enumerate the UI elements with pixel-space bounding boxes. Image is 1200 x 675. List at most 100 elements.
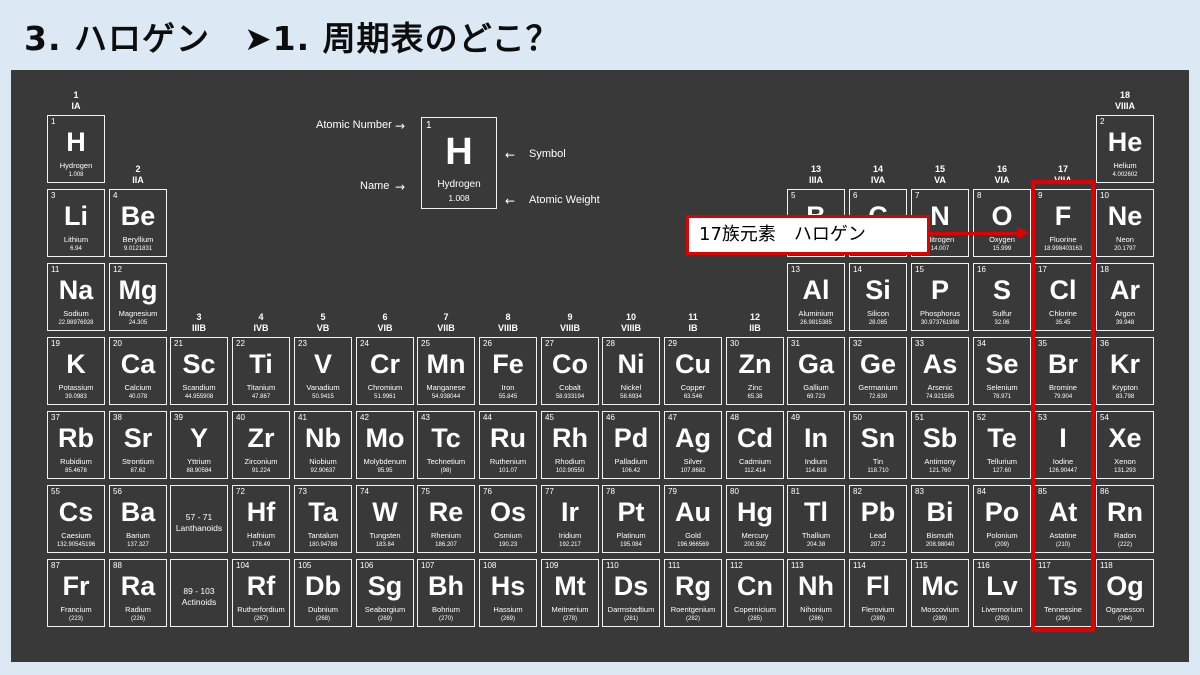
element-symbol: Mt: [554, 571, 586, 601]
element-symbol: In: [804, 423, 828, 453]
element-cell: 80 Hg Mercury 200.592: [726, 485, 784, 553]
element-name: Roentgenium: [670, 605, 716, 614]
group-number: 15: [934, 164, 945, 174]
element-name: Chromium: [367, 383, 403, 392]
element-symbol: Li: [64, 201, 88, 231]
element-cell: 116 Lv Livermorium (293): [973, 559, 1031, 627]
element-symbol: H: [66, 127, 86, 157]
element-cell: 38 Sr Strontium 87.62: [109, 411, 167, 479]
element-cell: 36 Kr Krypton 83.798: [1096, 337, 1154, 405]
element-symbol: Hs: [490, 571, 526, 601]
element-symbol: Ds: [613, 571, 649, 601]
element-cell: 39 Y Yttrium 88.90584: [170, 411, 228, 479]
element-weight: 114.818: [805, 468, 827, 474]
element-weight: 58.933194: [555, 394, 585, 400]
group-header: 6 VIB: [356, 312, 414, 334]
element-symbol: Sn: [860, 423, 896, 453]
element-cell: 13 Al Aluminium 26.9815385: [787, 263, 845, 331]
element-name: Helium: [1113, 161, 1137, 170]
group-number: 8: [505, 312, 511, 322]
group-roman: VIIIB: [620, 323, 641, 333]
legend-symbol: H: [445, 131, 473, 173]
element-name: Xenon: [1114, 457, 1136, 466]
group-roman: IIIB: [191, 323, 206, 333]
element-cell: 24 Cr Chromium 51.9961: [356, 337, 414, 405]
element-weight: 186.207: [435, 542, 457, 548]
element-cell: 20 Ca Calcium 40.078: [109, 337, 167, 405]
element-symbol: Mn: [426, 349, 466, 379]
element-symbol: Sc: [182, 349, 216, 379]
element-name: Platinum: [616, 531, 646, 540]
element-cell: 109 Mt Meitnerium (278): [541, 559, 599, 627]
element-weight: (223): [68, 616, 83, 622]
element-symbol: Sb: [922, 423, 958, 453]
group-number: 1: [73, 90, 79, 100]
element-symbol: Mc: [921, 571, 959, 601]
element-cell: 14 Si Silicon 28.085: [849, 263, 907, 331]
element-weight: 208.98040: [925, 542, 955, 548]
element-name: Titanium: [246, 383, 276, 392]
group-roman: VIA: [994, 175, 1010, 185]
element-name: Selenium: [986, 383, 1018, 392]
element-weight: (269): [377, 616, 392, 622]
element-symbol: Bi: [926, 497, 954, 527]
element-symbol: Sr: [123, 423, 153, 453]
element-name: Strontium: [121, 457, 155, 466]
placeholder-cell: 57 - 71 Lanthanoids: [170, 485, 228, 553]
group-header: 12 IIB: [726, 312, 784, 334]
element-weight: 58.6934: [620, 394, 642, 400]
group-roman: IIIA: [808, 175, 823, 185]
group-number: 16: [996, 164, 1007, 174]
element-name: Hydrogen: [59, 161, 93, 170]
placeholder-label: 57 - 71 Lanthanoids: [175, 512, 223, 533]
element-name: Zirconium: [244, 457, 278, 466]
element-cell: 47 Ag Silver 107.8682: [664, 411, 722, 479]
element-name: Thallium: [801, 531, 831, 540]
group-number: 13: [810, 164, 821, 174]
element-cell: 45 Rh Rhodium 102.90550: [541, 411, 599, 479]
element-symbol: Nh: [798, 571, 834, 601]
element-cell: 76 Os Osmium 190.23: [479, 485, 537, 553]
element-weight: 15.999: [992, 246, 1012, 252]
group-number: 18: [1119, 90, 1130, 100]
element-cell: 26 Fe Iron 55.845: [479, 337, 537, 405]
element-name: Rubidium: [60, 457, 92, 466]
element-name: Magnesium: [118, 309, 158, 318]
element-symbol: Os: [489, 497, 527, 527]
element-name: Tungsten: [369, 531, 401, 540]
element-weight: (289): [932, 616, 947, 622]
element-symbol: Ag: [675, 423, 711, 453]
element-weight: 50.9415: [312, 394, 334, 400]
element-symbol: Db: [305, 571, 341, 601]
group-header: 16 VIA: [973, 164, 1031, 186]
element-symbol: Zn: [738, 349, 772, 379]
element-name: Phosphorus: [919, 309, 961, 318]
element-weight: 9.0121831: [123, 246, 153, 252]
element-cell: 104 Rf Rutherfordium (267): [232, 559, 290, 627]
group-roman: VIIIB: [497, 323, 518, 333]
group-header: 14 IVA: [849, 164, 907, 186]
element-name: Neon: [1116, 235, 1134, 244]
element-name: Palladium: [614, 457, 648, 466]
element-symbol: Bh: [428, 571, 464, 601]
element-weight: (286): [808, 616, 823, 622]
element-name: Calcium: [124, 383, 152, 392]
element-symbol: Xe: [1108, 423, 1142, 453]
halogen-callout: 17族元素 ハロゲン: [686, 215, 930, 255]
element-name: Osmium: [494, 531, 522, 540]
element-symbol: Ir: [560, 497, 579, 527]
element-symbol: Cu: [675, 349, 711, 379]
element-name: Flerovium: [861, 605, 895, 614]
element-name: Iron: [501, 383, 515, 392]
element-symbol: P: [930, 275, 949, 305]
element-weight: (278): [562, 616, 577, 622]
element-name: Livermorium: [981, 605, 1023, 614]
group-header: 2 IIA: [109, 164, 167, 186]
element-symbol: Po: [984, 497, 1020, 527]
element-cell: 1 H Hydrogen 1.008: [47, 115, 105, 183]
group-roman: IIB: [749, 323, 761, 333]
element-weight: 40.078: [128, 394, 148, 400]
legend-arrow-right-icon: →: [395, 119, 406, 133]
element-cell: 34 Se Selenium 78.971: [973, 337, 1031, 405]
legend-name: Hydrogen: [437, 179, 481, 190]
